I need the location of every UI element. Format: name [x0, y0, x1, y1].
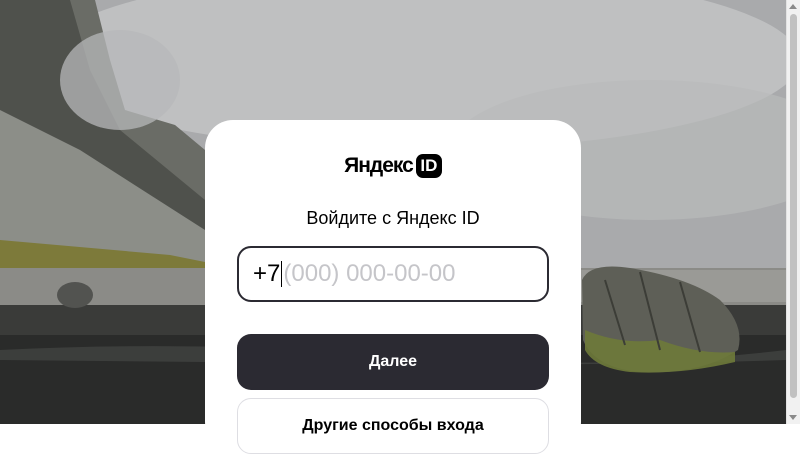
login-card: Яндекс ID Войдите с Яндекс ID +7 (000) 0… [205, 120, 581, 454]
logo-id-badge: ID [415, 154, 442, 178]
yandex-id-logo: Яндекс ID [205, 153, 581, 179]
page-scrollbar[interactable] [786, 0, 800, 424]
phone-country-code: +7 [253, 260, 281, 287]
scroll-down-arrow-icon[interactable] [789, 415, 797, 420]
scroll-up-arrow-icon[interactable] [789, 4, 797, 9]
login-title: Войдите с Яндекс ID [306, 208, 480, 228]
next-button[interactable]: Далее [237, 334, 549, 390]
other-login-methods-button[interactable]: Другие способы входа [237, 398, 549, 454]
text-caret [281, 261, 283, 287]
phone-placeholder: (000) 000-00-00 [283, 260, 456, 287]
phone-input[interactable]: +7 (000) 000-00-00 [237, 246, 549, 302]
scrollbar-thumb[interactable] [790, 14, 797, 398]
logo-wordmark: Яндекс [344, 154, 414, 177]
